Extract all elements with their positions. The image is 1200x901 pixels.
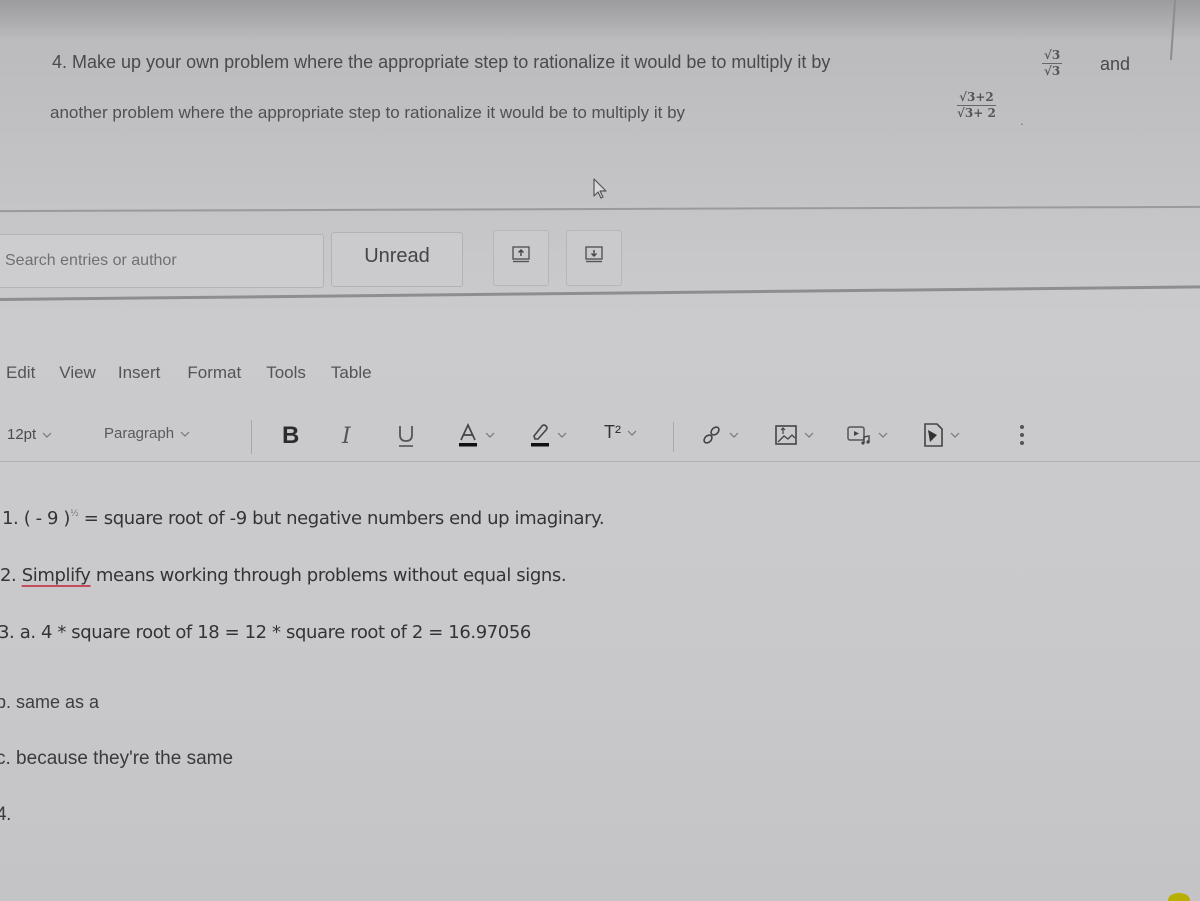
document-button[interactable]: [922, 422, 960, 448]
fraction-denominator: √3: [1044, 64, 1061, 78]
menu-format[interactable]: Format: [187, 363, 241, 383]
text-color-icon: [459, 422, 477, 447]
toolbar-separator: [251, 420, 252, 454]
fraction-denominator: √3+ 2: [957, 106, 996, 120]
question-conjunction: and: [1100, 54, 1131, 74]
menu-view[interactable]: View: [59, 363, 96, 383]
font-size-value: 12pt: [7, 426, 37, 443]
expand-up-icon: [512, 246, 530, 263]
highlighter-icon: [531, 424, 549, 447]
text-color-button[interactable]: [457, 422, 495, 448]
highlight-color-button[interactable]: [529, 422, 567, 448]
answer-1-text: = square root of -9 but negative numbers…: [78, 508, 605, 529]
collapse-all-button[interactable]: [566, 230, 622, 286]
underline-button[interactable]: [397, 422, 415, 448]
page: 4. Make up your own problem where the ap…: [0, 0, 1200, 901]
answer-line-2: 2. Simplify means working through proble…: [0, 565, 567, 586]
fraction-numerator: √3: [1042, 48, 1063, 64]
link-icon: [703, 426, 720, 444]
chevron-down-icon: [878, 432, 888, 438]
answer-line-1: 1. ( - 9 )½ = square root of -9 but nega…: [2, 508, 605, 529]
image-icon: [775, 425, 797, 445]
unread-filter-button[interactable]: Unread: [331, 232, 463, 287]
search-entries-field[interactable]: [0, 234, 331, 288]
answer-line-3: 3. a. 4 * square root of 18 = 12 * squar…: [0, 622, 531, 643]
more-options-icon: [1020, 425, 1024, 445]
document-icon: [924, 423, 943, 447]
fraction-sqrt3-over-sqrt3: √3 √3: [1042, 48, 1063, 79]
editor-menubar: Edit View Insert Format Tools Table: [6, 363, 372, 383]
misspelled-word[interactable]: Simplify: [22, 565, 91, 586]
superscript-label: T²: [604, 422, 621, 442]
underline-icon: [399, 426, 413, 447]
menu-table[interactable]: Table: [331, 363, 372, 383]
block-format-value: Paragraph: [104, 425, 175, 442]
answer-line-4: 4.: [0, 804, 12, 825]
question-line-2: another problem where the appropriate st…: [50, 103, 686, 122]
more-options-button[interactable]: [1018, 422, 1026, 448]
answer-2-prefix: 2.: [0, 565, 22, 586]
block-format-select[interactable]: Paragraph: [104, 425, 190, 442]
toolbar-divider: [0, 461, 1200, 462]
font-size-select[interactable]: 12pt: [7, 426, 52, 443]
question-end-punct: .: [1020, 112, 1024, 128]
menu-edit[interactable]: Edit: [6, 363, 35, 383]
media-icon: [847, 426, 870, 445]
image-button[interactable]: [774, 423, 814, 447]
chevron-down-icon: [180, 431, 190, 437]
section-divider: [0, 205, 1200, 213]
chevron-down-icon: [804, 432, 814, 438]
question-line-1: 4. Make up your own problem where the ap…: [52, 52, 831, 72]
toolbar-separator: [673, 422, 674, 452]
italic-button[interactable]: I: [342, 424, 351, 449]
mouse-cursor-icon: [593, 178, 607, 199]
expand-all-button[interactable]: [493, 230, 549, 286]
chevron-down-icon: [557, 432, 567, 438]
editor-toolbar: 12pt Paragraph B I T²: [0, 420, 1060, 456]
search-input[interactable]: [0, 235, 331, 287]
superscript-button[interactable]: T²: [604, 422, 637, 443]
chevron-down-icon: [42, 432, 52, 438]
answer-line-3b: b. same as a: [0, 692, 100, 712]
fraction-sqrt3plus2-over-sqrt3plus2: √3+2 √3+ 2: [955, 90, 998, 121]
chevron-down-icon: [950, 432, 960, 438]
media-button[interactable]: [846, 423, 888, 447]
menu-tools[interactable]: Tools: [266, 363, 306, 383]
screen-vignette: [0, 0, 1200, 40]
collapse-down-icon: [585, 246, 603, 263]
answer-2-text: means working through problems without e…: [90, 565, 567, 586]
corner-indicator: [1168, 893, 1190, 901]
answer-1-prefix: 1. ( - 9 ): [2, 508, 71, 529]
chevron-down-icon: [627, 430, 637, 436]
chevron-down-icon: [729, 432, 739, 438]
menu-insert[interactable]: Insert: [118, 363, 161, 383]
answer-line-3c: c. because they're the same: [0, 748, 234, 769]
bold-button[interactable]: B: [282, 422, 299, 450]
link-button[interactable]: [701, 423, 739, 447]
chevron-down-icon: [485, 432, 495, 438]
fraction-numerator: √3+2: [957, 90, 996, 106]
